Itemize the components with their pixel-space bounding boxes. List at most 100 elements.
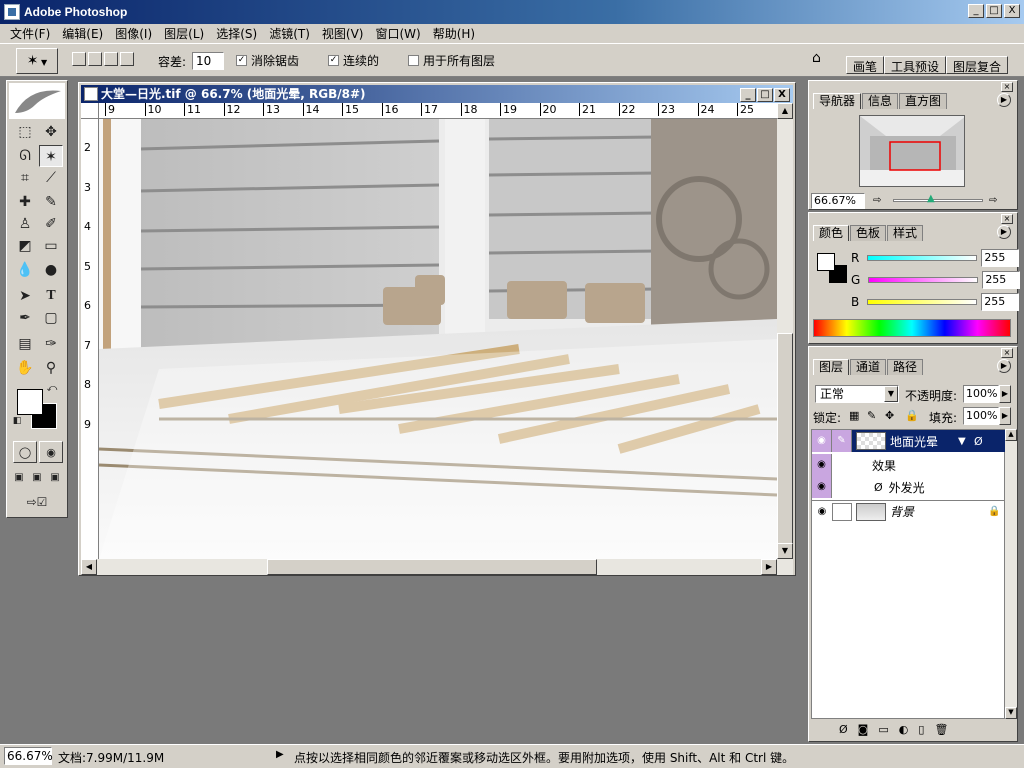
antialias-checkbox[interactable]: ✓ [236, 55, 247, 66]
all-layers-option[interactable]: 用于所有图层 [408, 52, 495, 69]
tab-paths[interactable]: 路径 [887, 359, 924, 375]
healing-brush-icon[interactable]: ✚ [13, 191, 37, 213]
screen-mode-full-menu-icon[interactable]: ▣ [29, 467, 45, 489]
scroll-right-icon[interactable]: ▶ [761, 559, 777, 575]
doc-close-button[interactable]: X [774, 88, 790, 102]
fill-input[interactable]: 100% [963, 407, 999, 425]
menu-file[interactable]: 文件(F) [4, 25, 56, 42]
blur-tool-icon[interactable]: 💧 [13, 259, 37, 281]
maximize-button[interactable]: □ [986, 4, 1002, 18]
tab-swatches[interactable]: 色板 [850, 225, 887, 241]
brush-tool-icon[interactable]: ✎ [39, 191, 63, 213]
zoom-slider-handle[interactable]: ▲ [927, 193, 935, 204]
notes-tool-icon[interactable]: ▤ [13, 333, 37, 355]
channel-r-input[interactable]: 255 [981, 249, 1020, 267]
navigator-menu-icon[interactable]: ▶ [997, 93, 1011, 107]
pen-tool-icon[interactable]: ✒ [13, 307, 37, 329]
fill-arrow-icon[interactable]: ▶ [999, 407, 1011, 425]
layers-close-icon[interactable]: × [1001, 348, 1013, 358]
channel-b-input[interactable]: 255 [981, 293, 1020, 311]
color-fg-swatch[interactable] [817, 253, 835, 271]
document-titlebar[interactable]: 大堂—日光.tif @ 66.7% (地面光晕, RGB/8#) _ □ X [81, 85, 793, 103]
new-group-icon[interactable]: ▭ [878, 723, 888, 736]
type-tool-icon[interactable]: T [39, 285, 63, 307]
move-tool-icon[interactable]: ✥ [39, 121, 63, 143]
horizontal-scroll-thumb[interactable] [267, 559, 597, 575]
screen-mode-standard-icon[interactable]: ▣ [11, 467, 27, 489]
link-layers-icon[interactable]: Ø [839, 723, 848, 736]
channel-b-slider[interactable] [867, 299, 978, 305]
new-layer-icon[interactable]: ▯ [918, 723, 924, 736]
history-brush-icon[interactable]: ✐ [39, 213, 63, 235]
slice-tool-icon[interactable]: ⟋ [39, 167, 63, 189]
intersect-selection-icon[interactable] [120, 52, 134, 66]
menu-view[interactable]: 视图(V) [316, 25, 370, 42]
horizontal-ruler[interactable]: 9 10 11 12 13 14 15 16 17 18 19 20 21 22 23 24 25 [99, 103, 777, 119]
layer-visibility-eye-icon[interactable]: ◉ [812, 430, 832, 452]
scroll-up-icon[interactable]: ▲ [777, 103, 793, 119]
jump-to-imageready-icon[interactable]: ⇨☑ [13, 491, 61, 513]
lock-pixels-icon[interactable]: ✎ [867, 409, 876, 422]
menu-edit[interactable]: 编辑(E) [56, 25, 109, 42]
path-selection-icon[interactable]: ➤ [13, 285, 37, 307]
lasso-tool-icon[interactable]: ᘏ [13, 145, 37, 167]
minimize-button[interactable]: _ [968, 4, 984, 18]
vertical-scroll-thumb[interactable] [777, 333, 793, 553]
tab-tool-presets[interactable]: 工具预设 [884, 56, 947, 74]
layer-row-ground-glow[interactable]: ◉ ✎ 地面光晕 ▼ Ø [812, 430, 1006, 452]
add-selection-icon[interactable] [88, 52, 102, 66]
navigator-zoom-input[interactable]: 66.67% [811, 193, 865, 209]
blend-dropdown-icon[interactable]: ▼ [884, 386, 898, 402]
navigator-close-icon[interactable]: × [1001, 82, 1013, 92]
lock-transparency-icon[interactable]: ▦ [849, 409, 859, 422]
menu-window[interactable]: 窗口(W) [369, 25, 426, 42]
adjustment-layer-icon[interactable]: ◐ [899, 723, 909, 736]
layers-scroll-up-icon[interactable]: ▲ [1005, 429, 1017, 441]
zoom-out-icon[interactable]: ⇨ [873, 195, 881, 206]
swap-colors-icon[interactable]: ⤺ [45, 383, 59, 395]
vertical-scrollbar[interactable]: ▲ ▼ [777, 103, 793, 559]
subtract-selection-icon[interactable] [104, 52, 118, 66]
dodge-tool-icon[interactable]: ● [39, 259, 63, 281]
background-visibility-eye-icon[interactable]: ◉ [812, 506, 832, 517]
vertical-ruler[interactable]: 2 3 4 5 6 7 8 9 [81, 119, 99, 559]
tab-channels[interactable]: 通道 [850, 359, 887, 375]
color-menu-icon[interactable]: ▶ [997, 225, 1011, 239]
navigator-thumbnail[interactable] [859, 115, 965, 187]
status-zoom-input[interactable]: 66.67% [4, 747, 53, 765]
add-mask-icon[interactable]: ◙ [858, 723, 869, 736]
tab-styles[interactable]: 样式 [887, 225, 924, 241]
horizontal-scrollbar[interactable]: ◀ ▶ [81, 559, 793, 575]
layers-scrollbar[interactable]: ▲ ▼ [1005, 429, 1017, 719]
tab-brushes[interactable]: 画笔 [846, 56, 885, 74]
marquee-tool-icon[interactable]: ⬚ [13, 121, 37, 143]
effects-visibility-eye-icon[interactable]: ◉ [812, 454, 832, 476]
menu-layer[interactable]: 图层(L) [158, 25, 210, 42]
lock-position-icon[interactable]: ✥ [885, 409, 894, 422]
menu-help[interactable]: 帮助(H) [427, 25, 481, 42]
layer-row-background[interactable]: ◉ 背景 🔒 [812, 500, 1006, 522]
status-menu-arrow-icon[interactable]: ▶ [276, 749, 284, 760]
magic-wand-tool-icon[interactable]: ✶ [39, 145, 63, 167]
scroll-left-icon[interactable]: ◀ [81, 559, 97, 575]
zoom-in-icon[interactable]: ⇨ [989, 195, 997, 206]
channel-g-slider[interactable] [868, 277, 979, 283]
opacity-arrow-icon[interactable]: ▶ [999, 385, 1011, 403]
opacity-input[interactable]: 100% [963, 385, 999, 403]
new-selection-icon[interactable] [72, 52, 86, 66]
navigator-zoom-slider[interactable] [893, 199, 983, 202]
menu-image[interactable]: 图像(I) [109, 25, 158, 42]
clone-stamp-icon[interactable]: ♙ [13, 213, 37, 235]
standard-mode-icon[interactable]: ◯ [13, 441, 37, 463]
image-canvas[interactable] [99, 119, 777, 559]
hand-tool-icon[interactable]: ✋ [13, 357, 37, 379]
outer-glow-visibility-eye-icon[interactable]: ◉ [812, 476, 832, 498]
blend-mode-select[interactable]: 正常 ▼ [815, 385, 899, 403]
default-colors-icon[interactable]: ◧ [11, 415, 23, 427]
all-layers-checkbox[interactable] [408, 55, 419, 66]
layer-row-outer-glow[interactable]: ◉ Ø 外发光 [812, 476, 1006, 498]
delete-layer-icon[interactable]: 🗑 [934, 723, 948, 736]
tab-color[interactable]: 颜色 [813, 225, 850, 241]
eraser-tool-icon[interactable]: ◩ [13, 235, 37, 257]
toolbox-logo[interactable] [9, 83, 65, 119]
